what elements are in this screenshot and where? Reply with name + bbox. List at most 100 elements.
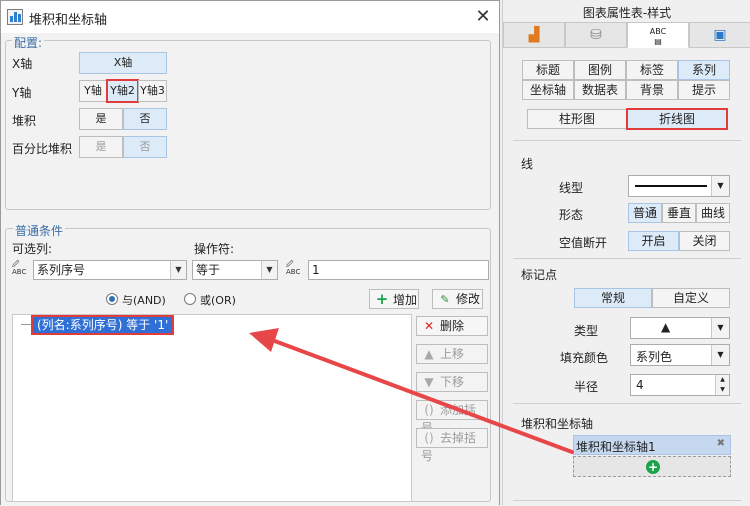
tab-tooltip[interactable]: 提示 — [678, 80, 730, 100]
column-select-value: 系列序号 — [37, 263, 86, 277]
edit-icon: ✎ — [440, 293, 450, 306]
x-axis-label: X轴 — [12, 57, 33, 71]
arrow-down-icon: ▼ — [424, 375, 434, 389]
stack-axis-item[interactable]: 堆积和坐标轴1 ✖ — [573, 435, 731, 455]
delete-x-icon: ✕ — [423, 319, 435, 333]
value-input[interactable]: 1 — [308, 260, 489, 280]
move-down-button[interactable]: ▼ 下移 — [416, 372, 488, 392]
add-condition-label: 增加 — [393, 293, 418, 307]
shape-curve-button[interactable]: 曲线 — [696, 203, 730, 223]
percent-stack-no-button[interactable]: 否 — [123, 136, 167, 158]
tab-label[interactable]: 标签 — [626, 60, 678, 80]
tab-series[interactable]: 系列 — [678, 60, 730, 80]
gap-off-button[interactable]: 关闭 — [679, 231, 730, 251]
remove-bracket-button[interactable]: () 去掉括号 — [416, 428, 488, 463]
radius-spinner[interactable]: 4 ▲ ▼ — [630, 374, 730, 396]
shape-vertical-button[interactable]: 垂直 — [662, 203, 696, 223]
database-icon: ⛁ — [590, 27, 602, 43]
column-label: 可选列: — [12, 242, 53, 256]
operator-label: 操作符: — [194, 242, 235, 256]
tab-data[interactable]: ⛁ — [565, 22, 627, 48]
condition-list[interactable]: (列名:系列序号) 等于 '1' — [12, 314, 412, 502]
marker-tab-normal[interactable]: 常规 — [574, 288, 652, 308]
divider — [513, 140, 741, 141]
and-radio[interactable] — [106, 293, 118, 305]
abc-type-icon[interactable]: 🖉 ABC — [286, 260, 306, 278]
divider — [513, 403, 741, 404]
tab-style[interactable]: ABC ▤ — [627, 22, 689, 48]
marker-section-title: 标记点 — [521, 268, 558, 282]
fill-color-label: 填充颜色 — [560, 351, 609, 365]
condition-item[interactable]: (列名:系列序号) 等于 '1' — [30, 315, 175, 335]
dialog-titlebar[interactable]: 堆积和坐标轴 ✕ — [1, 1, 499, 33]
chart-app-icon — [7, 9, 23, 25]
tab-chart-type[interactable]: ▟ — [503, 22, 565, 48]
chevron-down-icon: ▼ — [261, 261, 277, 279]
tab-background[interactable]: 背景 — [626, 80, 678, 100]
bracket-icon: () — [424, 403, 434, 417]
radius-value: 4 — [636, 378, 644, 392]
condition-legend: 普通条件 — [13, 222, 66, 239]
and-radio-label: 与(AND) — [122, 294, 166, 307]
y-axis-label: Y轴 — [12, 86, 32, 100]
or-radio[interactable] — [184, 293, 196, 305]
add-bracket-button[interactable]: ()添加括号 — [416, 400, 488, 435]
line-type-select[interactable]: ▼ — [628, 175, 730, 197]
triangle-marker-icon: ▲ — [661, 320, 671, 334]
y-axis-option-3[interactable]: Y轴3 — [138, 80, 167, 102]
tab-title[interactable]: 标题 — [522, 60, 574, 80]
add-condition-button[interactable]: + 增加 — [369, 289, 419, 309]
y-axis-option-1[interactable]: Y轴 — [79, 80, 107, 102]
fill-color-select[interactable]: 系列色 ▼ — [630, 344, 730, 366]
move-down-label: 下移 — [440, 375, 465, 389]
chevron-down-icon: ▼ — [170, 261, 186, 279]
spinner-arrows-icon[interactable]: ▲ ▼ — [715, 375, 729, 395]
stack-no-button[interactable]: 否 — [123, 108, 167, 130]
bracket-remove-icon: () — [424, 431, 434, 445]
add-stack-axis-button[interactable]: + — [573, 456, 731, 477]
line-section-title: 线 — [521, 157, 534, 171]
chevron-down-icon: ▼ — [711, 345, 729, 365]
move-up-button[interactable]: ▲ 上移 — [416, 344, 488, 364]
gap-on-button[interactable]: 开启 — [628, 231, 679, 251]
operator-select[interactable]: 等于 ▼ — [192, 260, 278, 280]
stack-section-title: 堆积和坐标轴 — [521, 417, 594, 431]
marker-type-select[interactable]: ▲ ▼ — [630, 317, 730, 339]
config-group — [5, 40, 491, 210]
operator-select-value: 等于 — [196, 263, 221, 277]
abc-type-icon: 🖉 ABC — [12, 260, 27, 276]
close-icon[interactable]: ✕ — [471, 5, 495, 29]
panel-title: 图表属性表-样式 — [582, 6, 672, 20]
marker-tab-custom[interactable]: 自定义 — [652, 288, 730, 308]
stack-axis-item-label: 堆积和坐标轴1 — [576, 440, 656, 454]
arrow-up-icon: ▲ — [424, 347, 434, 361]
tree-connector — [21, 324, 31, 325]
remove-icon[interactable]: ✖ — [717, 438, 725, 449]
delete-button[interactable]: ✕ 删除 — [416, 316, 488, 336]
tab-datasheet[interactable]: 数据表 — [574, 80, 626, 100]
modify-condition-label: 修改 — [456, 292, 481, 306]
plus-icon: + — [375, 290, 389, 308]
effect-icon: ▣ — [713, 27, 727, 43]
gap-label: 空值断开 — [559, 236, 608, 250]
solid-line-sample — [635, 185, 707, 187]
tab-axis[interactable]: 坐标轴 — [522, 80, 574, 100]
tab-legend[interactable]: 图例 — [574, 60, 626, 80]
bar-chart-tab[interactable]: 柱形图 — [527, 109, 627, 129]
text-style-icon: ABC ▤ — [649, 27, 667, 46]
y-axis-option-2[interactable]: Y轴2 — [106, 79, 139, 103]
radius-label: 半径 — [574, 380, 599, 394]
tab-effects[interactable]: ▣ — [689, 22, 750, 48]
dialog-window: 堆积和坐标轴 ✕ 配置: X轴 X轴 Y轴 Y轴 Y轴2 Y轴3 堆积 是 否 … — [0, 0, 500, 506]
chevron-down-icon: ▼ — [711, 318, 729, 338]
x-axis-button[interactable]: X轴 — [79, 52, 167, 74]
column-select[interactable]: 系列序号 ▼ — [33, 260, 187, 280]
modify-condition-button[interactable]: ✎ 修改 — [432, 289, 483, 309]
shape-normal-button[interactable]: 普通 — [628, 203, 662, 223]
percent-stack-yes-button[interactable]: 是 — [79, 136, 123, 158]
fill-color-value: 系列色 — [636, 350, 673, 364]
line-chart-tab[interactable]: 折线图 — [626, 108, 728, 130]
delete-label: 删除 — [440, 319, 465, 333]
stack-yes-button[interactable]: 是 — [79, 108, 123, 130]
config-legend: 配置: — [12, 34, 45, 51]
